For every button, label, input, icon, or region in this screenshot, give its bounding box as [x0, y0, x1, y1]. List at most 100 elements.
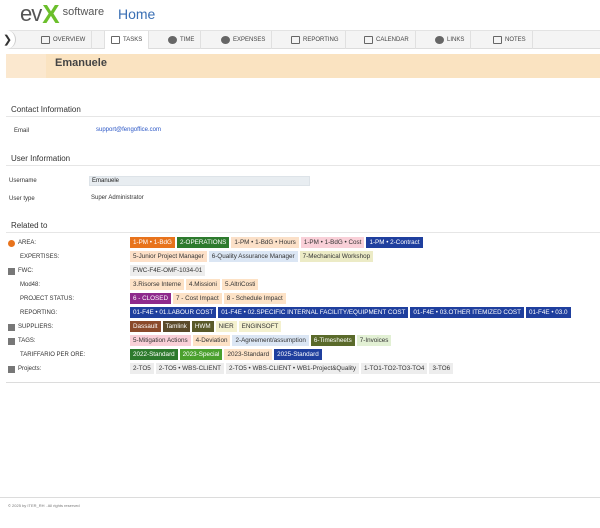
tab-expenses[interactable]: EXPENSES	[215, 31, 273, 49]
calendar-icon	[364, 36, 373, 44]
user-section-title: User Information	[11, 154, 71, 163]
expenses-icon	[221, 36, 230, 44]
chip-group: 6 - CLOSED 7 - Cost Impact 8 - Schedule Im…	[130, 293, 288, 305]
related-row-label: REPORTING:	[8, 307, 57, 319]
chip-group: 3.Risorse Interne 4.Missioni 5.AltriCosti	[130, 279, 260, 291]
chip-group: 2-TO5 2-TO5 • WBS-CLIENT 2-TO5 • WBS-CLIEN…	[130, 363, 455, 375]
dimension-chip[interactable]: 2-Agreement/assumption	[232, 335, 309, 346]
related-label-text: Mod48:	[20, 282, 41, 288]
section-divider	[6, 116, 600, 117]
dimension-chip[interactable]: NIER	[215, 321, 237, 332]
chip-group: 5-Junior Project Manager 6-Quality Assura…	[130, 251, 375, 263]
related-label-text: FWC:	[18, 268, 34, 274]
tasks-icon	[111, 36, 120, 44]
tab-reporting[interactable]: REPORTING	[285, 31, 346, 49]
dimension-chip[interactable]: 01-F4E • 03.OTHER ITEMIZED COST	[410, 307, 524, 318]
username-field[interactable]: Emanuele	[89, 176, 310, 186]
dimension-chip[interactable]: 2-TO5	[130, 363, 154, 374]
dimension-chip[interactable]: 2-TO5 • WBS-CLIENT • WB1-Project&Quality	[226, 363, 360, 374]
evx-software-logo[interactable]: ev X software	[20, 0, 104, 29]
related-label-text: AREA:	[18, 240, 37, 246]
dimension-chip[interactable]: 7-Invoices	[356, 335, 392, 346]
dimension-chip[interactable]: 1-TO1-TO2-TO3-TO4	[361, 363, 428, 374]
footer-copyright: © 2025 by ITER_RH . All rights reserved	[8, 503, 80, 508]
page-title[interactable]: Home	[118, 6, 155, 22]
dimension-chip[interactable]: 5-Mitigation Actions	[130, 335, 191, 346]
dimension-chip[interactable]: 5.AltriCosti	[221, 279, 259, 290]
related-section-title: Related to	[11, 221, 48, 230]
tab-label: CALENDAR	[376, 37, 409, 43]
tab-calendar[interactable]: CALENDAR	[358, 31, 416, 49]
logo-ev-text: ev	[20, 1, 42, 26]
related-label-text: SUPPLIERS:	[18, 324, 54, 330]
suppliers-icon	[8, 323, 15, 331]
dimension-chip[interactable]: 2023-Special	[179, 349, 223, 360]
fwc-icon	[8, 267, 15, 275]
related-label-text: TAGS:	[18, 338, 36, 344]
dimension-chip[interactable]: 2-TO5 • WBS-CLIENT	[155, 363, 225, 374]
section-divider	[6, 232, 600, 233]
dimension-chip[interactable]: 6 - CLOSED	[130, 293, 171, 304]
dimension-chip[interactable]: 1-PM • 1-BdG	[130, 237, 175, 248]
dimension-chip[interactable]: 3-TO6	[429, 363, 454, 374]
related-label-text: TARIFFARIO PER ORE:	[20, 352, 86, 358]
sidebar-toggle-button[interactable]: ❯	[0, 30, 16, 49]
tab-time[interactable]: TIME	[162, 31, 202, 49]
dimension-chip[interactable]: 5-Junior Project Manager	[130, 251, 207, 262]
dimension-chip[interactable]: 01-F4E • 03.0	[525, 307, 571, 318]
user-type-label: User type	[9, 196, 35, 202]
dimension-chip[interactable]: 7 - Cost Impact	[173, 293, 222, 304]
chip-group: 5-Mitigation Actions 4-Deviation 2-Agreeme…	[130, 335, 393, 347]
tab-notes[interactable]: NOTES	[487, 31, 533, 49]
dimension-chip[interactable]: 2025-Standard	[274, 349, 322, 360]
related-row-label: SUPPLIERS:	[8, 321, 53, 333]
related-row-label: PROJECT STATUS:	[8, 293, 74, 305]
related-row-label: TAGS:	[8, 335, 36, 347]
tab-links[interactable]: LINKS	[429, 31, 472, 49]
projects-icon	[8, 365, 15, 373]
dimension-chip[interactable]: FWC-F4E-OMF-1034-01	[130, 265, 206, 276]
related-row-label: TARIFFARIO PER ORE:	[8, 349, 85, 361]
links-icon	[435, 36, 444, 44]
dimension-chip[interactable]: Dassault	[130, 321, 161, 332]
tab-label: TIME	[180, 37, 195, 43]
chip-group: 01-F4E • 01.LABOUR COST 01-F4E • 02.SPECI…	[130, 307, 573, 319]
dimension-chip[interactable]: 2023-Standard	[224, 349, 273, 360]
dimension-chip[interactable]: 3.Risorse Interne	[130, 279, 184, 290]
related-label-text: Projects:	[18, 366, 42, 372]
dimension-chip[interactable]: 2-OPERATIONS	[176, 237, 230, 248]
dimension-chip[interactable]: 6-Timesheets	[310, 335, 355, 346]
dimension-chip[interactable]: Tamlink	[162, 321, 190, 332]
dimension-chip[interactable]: 1-PM • 1-BdG • Cost	[300, 237, 365, 248]
dimension-chip[interactable]: 7-Mechanical Workshop	[299, 251, 374, 262]
dimension-chip[interactable]: 01-F4E • 02.SPECIFIC INTERNAL FACILITY/E…	[218, 307, 409, 318]
dimension-chip[interactable]: 1-PM • 2-Contract	[366, 237, 423, 248]
reporting-icon	[291, 36, 300, 44]
related-row-label: FWC:	[8, 265, 33, 277]
tab-overview[interactable]: OVERVIEW	[35, 31, 93, 49]
area-icon	[8, 239, 15, 247]
email-label: Email	[14, 128, 30, 134]
dimension-chip[interactable]: 4.Missioni	[185, 279, 220, 290]
email-link[interactable]: support@fengoffice.com	[96, 127, 161, 133]
chip-group: FWC-F4E-OMF-1034-01	[130, 265, 207, 277]
dimension-chip[interactable]: 1-PM • 1-BdG • Hours	[231, 237, 299, 248]
dimension-chip[interactable]: 01-F4E • 01.LABOUR COST	[130, 307, 217, 318]
dimension-chip[interactable]: ENGINSOFT	[238, 321, 282, 332]
related-label-text: REPORTING:	[20, 310, 58, 316]
dimension-chip[interactable]: 2022-Standard	[130, 349, 178, 360]
footer-divider	[0, 497, 600, 498]
related-row-label: Mod48:	[8, 279, 40, 291]
related-label-text: EXPERTISES:	[20, 254, 60, 260]
dimension-chip[interactable]: HWM	[191, 321, 214, 332]
contact-section-title: Contact Information	[11, 105, 81, 114]
user-display-name: Emanuele	[55, 57, 107, 69]
tab-bar: ❯ OVERVIEW TASKS TIME EXPENSES REPORTING…	[0, 30, 600, 49]
dimension-chip[interactable]: 8 - Schedule Impact	[223, 293, 286, 304]
logo-x-mark: X	[42, 0, 60, 29]
related-label-text: PROJECT STATUS:	[20, 296, 75, 302]
tab-tasks[interactable]: TASKS	[104, 31, 150, 49]
dimension-chip[interactable]: 4-Deviation	[192, 335, 231, 346]
dimension-chip[interactable]: 6-Quality Assurance Manager	[208, 251, 298, 262]
tab-label: OVERVIEW	[53, 37, 86, 43]
